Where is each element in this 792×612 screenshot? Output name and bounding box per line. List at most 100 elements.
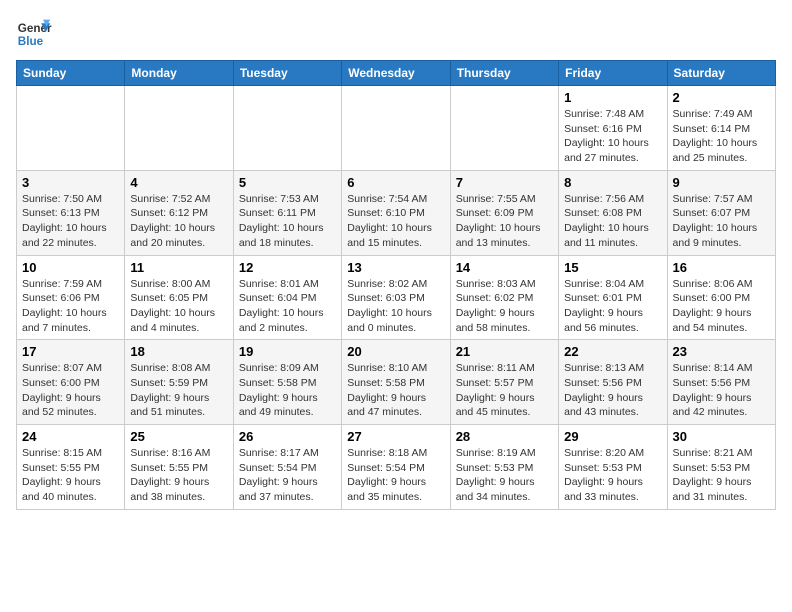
calendar-header-monday: Monday	[125, 61, 233, 86]
calendar-cell	[233, 86, 341, 171]
calendar-cell: 28Sunrise: 8:19 AM Sunset: 5:53 PM Dayli…	[450, 425, 558, 510]
day-info: Sunrise: 8:13 AM Sunset: 5:56 PM Dayligh…	[564, 361, 661, 420]
day-number: 26	[239, 429, 336, 444]
day-number: 15	[564, 260, 661, 275]
day-info: Sunrise: 8:19 AM Sunset: 5:53 PM Dayligh…	[456, 446, 553, 505]
calendar-cell: 29 Sunrise: 8:20 AM Sunset: 5:53 PM Dayli…	[559, 425, 667, 510]
calendar-week-row: 10Sunrise: 7:59 AM Sunset: 6:06 PM Dayli…	[17, 255, 776, 340]
logo: General Blue	[16, 16, 56, 52]
calendar-cell: 15Sunrise: 8:04 AM Sunset: 6:01 PM Dayli…	[559, 255, 667, 340]
day-info: Sunrise: 8:09 AM Sunset: 5:58 PM Dayligh…	[239, 361, 336, 420]
day-info: Sunrise: 8:17 AM Sunset: 5:54 PM Dayligh…	[239, 446, 336, 505]
svg-text:Blue: Blue	[18, 35, 44, 48]
calendar-cell: 23 Sunrise: 8:14 AM Sunset: 5:56 PM Dayli…	[667, 340, 775, 425]
day-info: Sunrise: 8:10 AM Sunset: 5:58 PM Dayligh…	[347, 361, 444, 420]
day-info: Sunrise: 7:49 AM Sunset: 6:14 PM Dayligh…	[673, 107, 770, 166]
day-info: Sunrise: 8:07 AM Sunset: 6:00 PM Dayligh…	[22, 361, 119, 420]
day-number: 4	[130, 175, 227, 190]
day-info: Sunrise: 8:11 AM Sunset: 5:57 PM Dayligh…	[456, 361, 553, 420]
day-info: Sunrise: 8:15 AM Sunset: 5:55 PM Dayligh…	[22, 446, 119, 505]
calendar-cell: 5Sunrise: 7:53 AM Sunset: 6:11 PM Daylig…	[233, 170, 341, 255]
calendar-cell: 20 Sunrise: 8:10 AM Sunset: 5:58 PM Dayli…	[342, 340, 450, 425]
calendar-cell: 24Sunrise: 8:15 AM Sunset: 5:55 PM Dayli…	[17, 425, 125, 510]
calendar-week-row: 1 Sunrise: 7:48 AM Sunset: 6:16 PM Daylig…	[17, 86, 776, 171]
day-number: 23	[673, 344, 770, 359]
day-info: Sunrise: 7:53 AM Sunset: 6:11 PM Dayligh…	[239, 192, 336, 251]
day-info: Sunrise: 8:16 AM Sunset: 5:55 PM Dayligh…	[130, 446, 227, 505]
day-number: 1	[564, 90, 661, 105]
calendar-cell: 6 Sunrise: 7:54 AM Sunset: 6:10 PM Daylig…	[342, 170, 450, 255]
day-info: Sunrise: 8:20 AM Sunset: 5:53 PM Dayligh…	[564, 446, 661, 505]
calendar-header-friday: Friday	[559, 61, 667, 86]
day-info: Sunrise: 8:06 AM Sunset: 6:00 PM Dayligh…	[673, 277, 770, 336]
header: General Blue	[16, 16, 776, 52]
calendar-week-row: 3 Sunrise: 7:50 AM Sunset: 6:13 PM Daylig…	[17, 170, 776, 255]
calendar-cell: 27 Sunrise: 8:18 AM Sunset: 5:54 PM Dayli…	[342, 425, 450, 510]
calendar-cell: 7Sunrise: 7:55 AM Sunset: 6:09 PM Daylig…	[450, 170, 558, 255]
calendar-header-row: SundayMondayTuesdayWednesdayThursdayFrid…	[17, 61, 776, 86]
day-info: Sunrise: 8:08 AM Sunset: 5:59 PM Dayligh…	[130, 361, 227, 420]
day-info: Sunrise: 8:01 AM Sunset: 6:04 PM Dayligh…	[239, 277, 336, 336]
calendar-cell: 4 Sunrise: 7:52 AM Sunset: 6:12 PM Daylig…	[125, 170, 233, 255]
calendar-cell: 9 Sunrise: 7:57 AM Sunset: 6:07 PM Daylig…	[667, 170, 775, 255]
day-info: Sunrise: 8:14 AM Sunset: 5:56 PM Dayligh…	[673, 361, 770, 420]
day-number: 19	[239, 344, 336, 359]
calendar-header-wednesday: Wednesday	[342, 61, 450, 86]
day-info: Sunrise: 8:03 AM Sunset: 6:02 PM Dayligh…	[456, 277, 553, 336]
logo-icon: General Blue	[16, 16, 52, 52]
calendar-cell: 1 Sunrise: 7:48 AM Sunset: 6:16 PM Daylig…	[559, 86, 667, 171]
day-number: 29	[564, 429, 661, 444]
calendar-cell: 12 Sunrise: 8:01 AM Sunset: 6:04 PM Dayli…	[233, 255, 341, 340]
calendar-header-saturday: Saturday	[667, 61, 775, 86]
calendar-cell: 21 Sunrise: 8:11 AM Sunset: 5:57 PM Dayli…	[450, 340, 558, 425]
day-number: 22	[564, 344, 661, 359]
day-number: 3	[22, 175, 119, 190]
calendar-header-tuesday: Tuesday	[233, 61, 341, 86]
day-number: 6	[347, 175, 444, 190]
calendar-week-row: 17 Sunrise: 8:07 AM Sunset: 6:00 PM Dayli…	[17, 340, 776, 425]
day-info: Sunrise: 7:52 AM Sunset: 6:12 PM Dayligh…	[130, 192, 227, 251]
calendar-cell: 16 Sunrise: 8:06 AM Sunset: 6:00 PM Dayli…	[667, 255, 775, 340]
day-info: Sunrise: 8:00 AM Sunset: 6:05 PM Dayligh…	[130, 277, 227, 336]
day-number: 14	[456, 260, 553, 275]
calendar-cell: 17 Sunrise: 8:07 AM Sunset: 6:00 PM Dayli…	[17, 340, 125, 425]
day-info: Sunrise: 7:50 AM Sunset: 6:13 PM Dayligh…	[22, 192, 119, 251]
calendar-cell: 25Sunrise: 8:16 AM Sunset: 5:55 PM Dayli…	[125, 425, 233, 510]
calendar-cell	[342, 86, 450, 171]
day-info: Sunrise: 7:57 AM Sunset: 6:07 PM Dayligh…	[673, 192, 770, 251]
calendar-cell	[125, 86, 233, 171]
calendar-cell: 22 Sunrise: 8:13 AM Sunset: 5:56 PM Dayli…	[559, 340, 667, 425]
calendar-cell: 8Sunrise: 7:56 AM Sunset: 6:08 PM Daylig…	[559, 170, 667, 255]
calendar-header-sunday: Sunday	[17, 61, 125, 86]
calendar-cell: 2 Sunrise: 7:49 AM Sunset: 6:14 PM Daylig…	[667, 86, 775, 171]
calendar-table: SundayMondayTuesdayWednesdayThursdayFrid…	[16, 60, 776, 510]
day-number: 30	[673, 429, 770, 444]
calendar-cell: 30 Sunrise: 8:21 AM Sunset: 5:53 PM Dayli…	[667, 425, 775, 510]
day-number: 16	[673, 260, 770, 275]
calendar-header-thursday: Thursday	[450, 61, 558, 86]
calendar-cell	[450, 86, 558, 171]
day-number: 27	[347, 429, 444, 444]
calendar-cell: 11Sunrise: 8:00 AM Sunset: 6:05 PM Dayli…	[125, 255, 233, 340]
day-number: 20	[347, 344, 444, 359]
day-number: 13	[347, 260, 444, 275]
day-number: 9	[673, 175, 770, 190]
calendar-cell: 10Sunrise: 7:59 AM Sunset: 6:06 PM Dayli…	[17, 255, 125, 340]
day-number: 17	[22, 344, 119, 359]
calendar-cell: 18Sunrise: 8:08 AM Sunset: 5:59 PM Dayli…	[125, 340, 233, 425]
day-number: 21	[456, 344, 553, 359]
day-number: 2	[673, 90, 770, 105]
calendar-cell: 26 Sunrise: 8:17 AM Sunset: 5:54 PM Dayli…	[233, 425, 341, 510]
day-number: 12	[239, 260, 336, 275]
day-number: 7	[456, 175, 553, 190]
calendar-cell: 14 Sunrise: 8:03 AM Sunset: 6:02 PM Dayli…	[450, 255, 558, 340]
calendar-cell: 19 Sunrise: 8:09 AM Sunset: 5:58 PM Dayli…	[233, 340, 341, 425]
calendar-cell	[17, 86, 125, 171]
day-info: Sunrise: 7:56 AM Sunset: 6:08 PM Dayligh…	[564, 192, 661, 251]
day-info: Sunrise: 7:54 AM Sunset: 6:10 PM Dayligh…	[347, 192, 444, 251]
day-number: 10	[22, 260, 119, 275]
calendar-cell: 3 Sunrise: 7:50 AM Sunset: 6:13 PM Daylig…	[17, 170, 125, 255]
day-info: Sunrise: 7:48 AM Sunset: 6:16 PM Dayligh…	[564, 107, 661, 166]
day-info: Sunrise: 8:18 AM Sunset: 5:54 PM Dayligh…	[347, 446, 444, 505]
day-info: Sunrise: 8:21 AM Sunset: 5:53 PM Dayligh…	[673, 446, 770, 505]
